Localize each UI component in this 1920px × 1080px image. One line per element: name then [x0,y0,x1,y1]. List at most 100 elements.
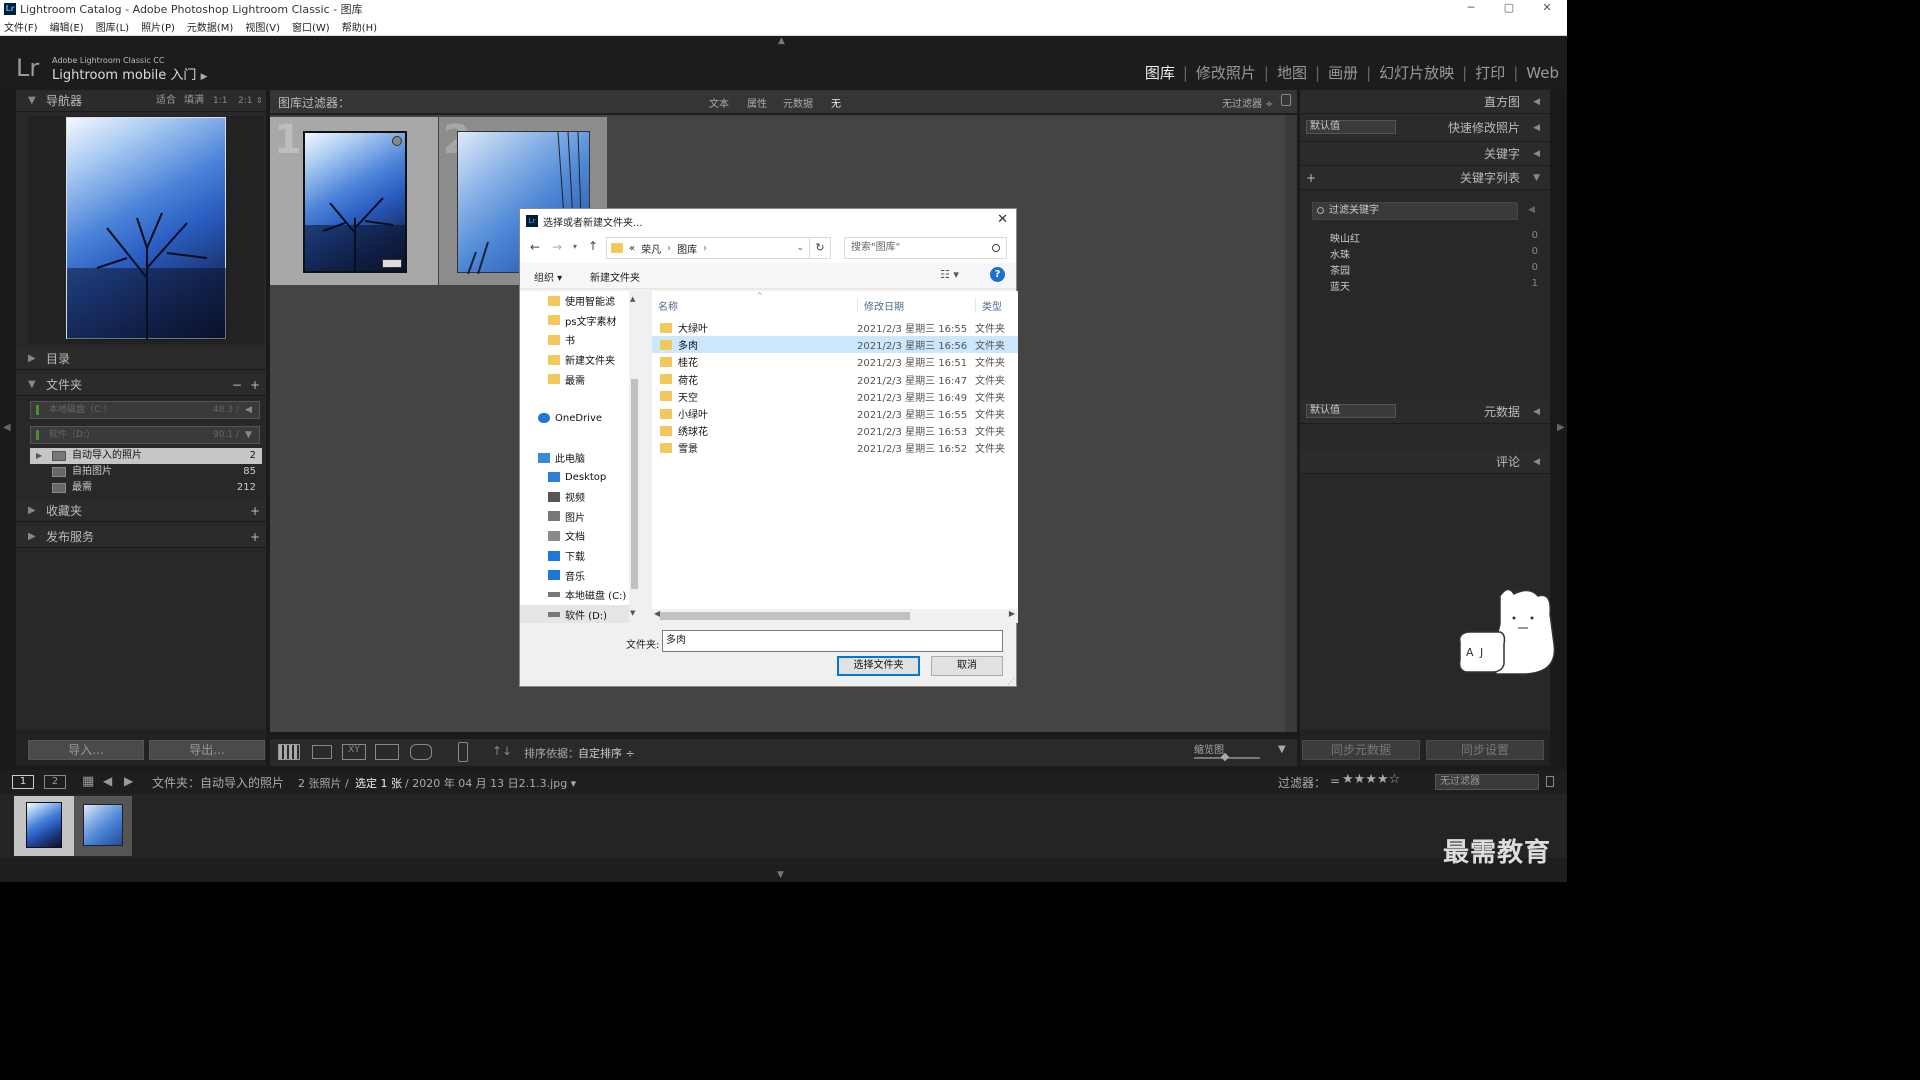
module-book[interactable]: 画册 [1328,62,1358,83]
collapse-top-icon[interactable]: ▲ [778,36,785,46]
cancel-button[interactable]: 取消 [931,656,1003,676]
file-row[interactable]: 雪景 2021/2/3 星期三 16:52 文件夹 [652,439,1018,456]
sync-settings-button[interactable]: 同步设置 [1426,740,1544,760]
keyword-list-header[interactable]: + 关键字列表 ▼ [1300,166,1550,190]
restore-icon[interactable]: ▢ [1489,0,1529,18]
filter-attribute[interactable]: 属性 [747,95,767,110]
sort-direction-icon[interactable]: ↑↓ [492,744,512,758]
filter-text[interactable]: 文本 [709,95,729,110]
collapse-right-icon[interactable]: ▶ [1557,422,1565,433]
breadcrumb-library[interactable]: 图库 [677,241,697,256]
navigator-header[interactable]: ▼ 导航器 适合 填满 1:1 2:1 ⇕ [16,90,266,112]
comments-header[interactable]: 评论 ◀ [1300,450,1550,474]
filter-preset-select[interactable]: 无过滤器 ÷ [1222,95,1274,110]
grid-icon[interactable]: ▦ [82,774,94,789]
organize-menu[interactable]: 组织 ▾ [534,269,562,284]
tree-item[interactable]: 音乐 [520,565,640,585]
column-date[interactable]: 修改日期 [857,297,975,313]
close-icon[interactable]: ✕ [1527,0,1567,18]
loupe-view-icon[interactable] [312,745,332,759]
remove-folder-icon[interactable]: − [232,374,242,396]
folders-header[interactable]: ▼ 文件夹 − + [16,374,266,396]
refresh-icon[interactable]: ↻ [809,237,831,259]
filmstrip-cell-selected[interactable] [14,796,74,856]
slider-thumb[interactable] [1220,752,1230,762]
column-name[interactable]: 名称 [652,298,857,313]
new-folder-button[interactable]: 新建文件夹 [590,269,640,284]
survey-view-icon[interactable] [375,744,399,760]
filmstrip-thumbnail[interactable] [83,804,123,846]
keyword-item[interactable]: 蓝天 1 [1312,278,1538,294]
search-input[interactable]: 搜索"图库" [844,237,1007,259]
zoom-fit[interactable]: 适合 [156,90,176,112]
folder-zuixu[interactable]: 最需 212 [30,480,262,496]
file-row[interactable]: 多肉 2021/2/3 星期三 16:56 文件夹 [652,336,1018,354]
menu-library[interactable]: 图库(L) [96,19,129,34]
histogram-header[interactable]: 直方图 ◀ [1300,90,1550,114]
menu-view[interactable]: 视图(V) [245,19,280,34]
menu-edit[interactable]: 编辑(E) [50,19,84,34]
grid-cell[interactable]: 1 [270,117,438,285]
file-row[interactable]: 荷花 2021/2/3 星期三 16:47 文件夹 [652,371,1018,388]
tree-item[interactable]: 书 [520,330,640,350]
view-options-icon[interactable]: ☷ ▾ [940,268,959,281]
keyword-item[interactable]: 水珠 0 [1312,246,1538,262]
tree-item[interactable]: 文档 [520,526,640,546]
add-collection-icon[interactable]: + [250,500,260,522]
zoom-fill[interactable]: 填满 [184,90,204,112]
add-publish-icon[interactable]: + [250,526,260,548]
menu-help[interactable]: 帮助(H) [342,19,377,34]
spray-can-icon[interactable] [458,742,468,762]
breadcrumb-overflow[interactable]: « [629,243,635,254]
menu-metadata[interactable]: 元数据(M) [187,19,233,34]
clear-filter-icon[interactable]: ◀ [1528,205,1535,215]
resize-grip-icon[interactable]: ⋰ [1007,677,1015,686]
identity-mobile-link[interactable]: Lightroom mobile 入门 ▶ [52,64,208,83]
menu-photo[interactable]: 照片(P) [141,19,175,34]
keyword-filter-input[interactable]: 过滤关键字 [1312,202,1518,220]
secondary-window-button[interactable]: 2 [44,775,66,789]
folder-auto-import[interactable]: ▶ 自动导入的照片 2 [30,448,262,464]
back-arrow-icon[interactable]: ← [530,240,540,254]
back-icon[interactable]: ◀ [103,774,112,788]
folder-selfie[interactable]: 自拍图片 85 [30,464,262,480]
export-button[interactable]: 导出... [149,740,265,760]
folder-name-input[interactable]: 多肉 [662,630,1003,652]
thumbnail[interactable] [303,131,407,273]
toolbar-menu-icon[interactable]: ▼ [1278,744,1286,755]
menu-window[interactable]: 窗口(W) [292,19,330,34]
primary-window-button[interactable]: 1 [12,775,34,789]
file-row[interactable]: 桂花 2021/2/3 星期三 16:51 文件夹 [652,353,1018,370]
tree-item[interactable]: 最需 [520,369,640,389]
tree-item[interactable]: Desktop [520,467,640,487]
add-folder-icon[interactable]: + [250,374,260,396]
lock-icon[interactable] [1546,776,1554,787]
zoom-1-1[interactable]: 1:1 [213,90,227,112]
rating-filter-stars[interactable]: ★★★★☆ [1342,772,1400,787]
publish-header[interactable]: ▶ 发布服务 + [16,526,266,548]
keywording-header[interactable]: 关键字 ◀ [1300,142,1550,166]
tree-scrollbar[interactable]: ▲ ▼ [629,291,640,623]
import-button[interactable]: 导入... [28,740,144,760]
metadata-header[interactable]: 默认值 元数据 ◀ [1300,400,1550,424]
source-path[interactable]: 文件夹：自动导入的照片 [152,774,284,791]
address-dropdown-icon[interactable]: ⌄ [796,243,804,253]
volume-d[interactable]: 软件（D:） 90.1 / ▼ [30,426,260,444]
filmstrip-thumbnail[interactable] [26,802,62,848]
compare-view-icon[interactable]: XY [342,744,366,760]
tree-item[interactable]: 图片 [520,507,640,527]
collapse-left-icon[interactable]: ◀ [3,422,11,433]
sort-select[interactable]: 自定排序 ÷ [578,745,635,761]
metadata-preset-select[interactable]: 默认值 [1306,404,1396,418]
help-icon[interactable]: ? [990,267,1005,282]
filter-operator[interactable]: = [1330,774,1340,788]
tree-item[interactable]: 软件 (D:) [520,604,640,623]
up-arrow-icon[interactable]: ↑ [588,239,598,253]
collapse-bottom-icon[interactable]: ▼ [777,870,784,880]
forward-arrow-icon[interactable]: → [552,240,562,254]
tree-item[interactable]: 下载 [520,546,640,566]
quick-collection-icon[interactable] [392,136,402,146]
minimize-icon[interactable]: ─ [1451,0,1491,18]
filter-none[interactable]: 无 [831,95,841,110]
list-hscrollbar[interactable]: ◀ ▶ [652,609,1018,623]
